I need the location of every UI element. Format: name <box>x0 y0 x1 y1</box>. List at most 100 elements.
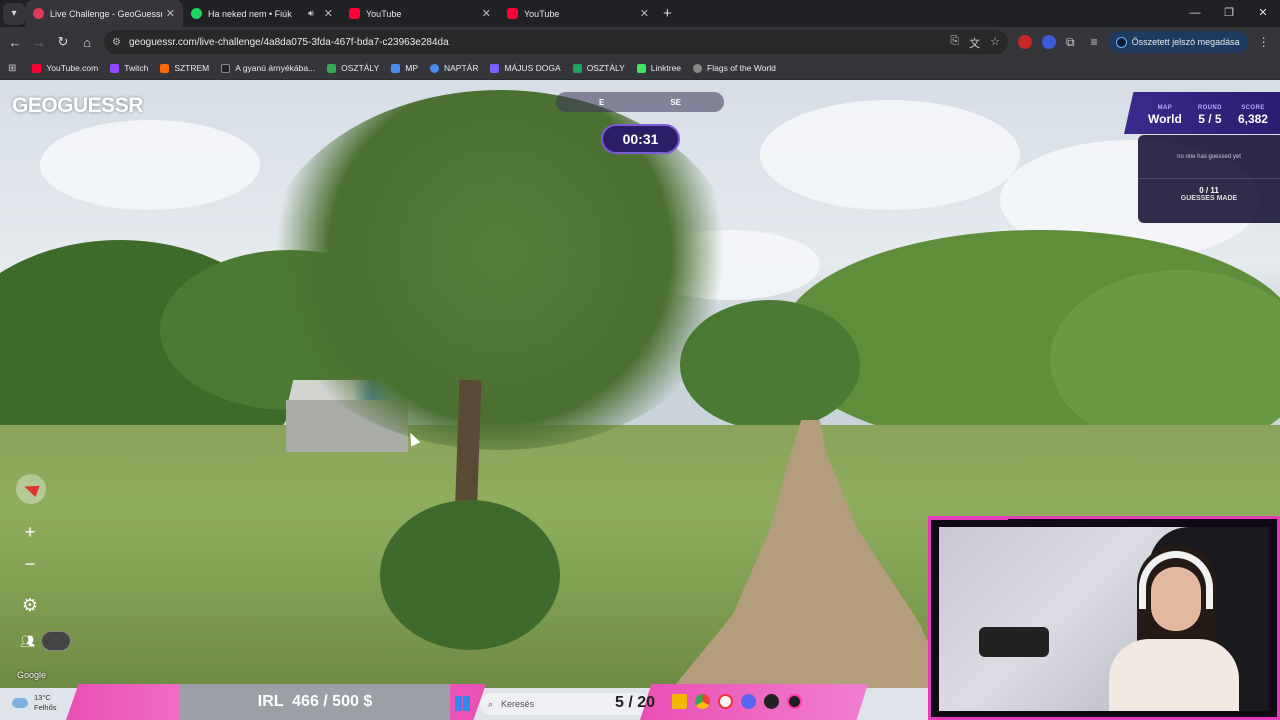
streamer-body <box>1109 639 1239 711</box>
film-icon <box>221 63 231 73</box>
bookmark-star-icon[interactable]: ☆ <box>990 35 1000 51</box>
back-button[interactable]: ← <box>3 35 27 50</box>
compass-needle-icon[interactable] <box>16 474 46 504</box>
logo-text: GEOGUESSR <box>12 94 143 117</box>
screen: ▾ Live Challenge - GeoGuessr ✕ Ha neked … <box>0 0 1280 720</box>
linktree-icon <box>636 63 646 73</box>
guesses-panel: no one has guessed yet 0 / 11 GUESSES MA… <box>1138 135 1280 223</box>
cloud-icon <box>12 698 28 708</box>
bookmark-flags[interactable]: Flags of the World <box>693 63 776 73</box>
timer-value: 00:31 <box>622 131 659 147</box>
bookmark-mp[interactable]: MP <box>391 63 418 73</box>
windows-start-icon[interactable] <box>455 696 470 711</box>
score-value: 6,382 <box>1237 112 1268 126</box>
reading-list-icon[interactable]: ≡ <box>1091 35 1098 49</box>
bookmark-label: Flags of the World <box>707 63 776 73</box>
tab-geoguessr[interactable]: Live Challenge - GeoGuessr ✕ <box>25 0 183 27</box>
zoom-out-button[interactable]: − <box>16 550 44 578</box>
home-button[interactable]: ⌂ <box>75 35 99 50</box>
tab-search-button[interactable]: ▾ <box>3 2 25 25</box>
tab-youtube-2[interactable]: YouTube ✕ <box>499 0 657 27</box>
opera-icon[interactable] <box>718 694 733 709</box>
tab-close-icon[interactable]: ✕ <box>166 7 175 20</box>
minimize-icon[interactable]: — <box>1178 0 1212 27</box>
extension-icon[interactable] <box>1042 35 1056 49</box>
tab-title: Live Challenge - GeoGuessr <box>50 8 162 19</box>
bookmark-label: MÁJUS DOGA <box>504 63 561 73</box>
close-window-icon[interactable]: ✕ <box>1246 0 1280 27</box>
browser-menu-icon[interactable]: ⋮ <box>1258 35 1270 49</box>
bookmark-naptar[interactable]: NAPTÁR <box>430 63 478 73</box>
search-placeholder: Keresés <box>501 699 535 709</box>
obs-icon[interactable] <box>764 694 779 709</box>
taskbar-apps <box>672 694 802 709</box>
bookmark-youtube[interactable]: YouTube.com <box>32 63 98 73</box>
bookmarks-bar: ⊞ YouTube.com Twitch SZTREM A gyanú árny… <box>0 57 1280 80</box>
players-indicator[interactable]: 👥︎ <box>20 631 72 651</box>
browser-toolbar: ← → ↻ ⌂ ⚙ geoguessr.com/live-challenge/4… <box>0 27 1280 57</box>
geoguessr-logo[interactable]: GEOGUESSR <box>12 94 143 118</box>
bookmark-majus-doga[interactable]: MÁJUS DOGA <box>490 63 561 73</box>
extension-icon[interactable] <box>1018 35 1032 49</box>
map-value: World <box>1148 112 1182 126</box>
round-value: 5 / 5 <box>1198 112 1222 126</box>
forms-icon <box>490 63 500 73</box>
tab-title: YouTube <box>366 8 402 19</box>
new-tab-button[interactable]: + <box>663 5 672 22</box>
tab-youtube-1[interactable]: YouTube ✕ <box>341 0 499 27</box>
bookmark-label: Twitch <box>124 63 149 73</box>
score-label: SCORE <box>1241 105 1265 111</box>
tab-close-icon[interactable]: ✕ <box>324 7 333 20</box>
tab-close-icon[interactable]: ✕ <box>482 7 491 20</box>
forward-button[interactable]: → <box>27 35 51 50</box>
bookmark-label: YouTube.com <box>46 63 99 73</box>
compass-bar: E SE <box>556 92 724 112</box>
restore-icon[interactable]: ❐ <box>1212 0 1246 27</box>
tab-strip: ▾ Live Challenge - GeoGuessr ✕ Ha neked … <box>0 0 1280 27</box>
compass-east: E <box>598 97 605 107</box>
sztrem-icon <box>160 63 170 73</box>
reload-button[interactable]: ↻ <box>51 34 75 50</box>
bookmark-label: NAPTÁR <box>444 63 479 73</box>
app-icon[interactable] <box>787 694 802 709</box>
window-controls: — ❐ ✕ <box>1178 0 1280 27</box>
search-icon: ⌕ <box>488 698 494 709</box>
apps-grid-icon[interactable]: ⊞ <box>8 63 16 74</box>
round-label: ROUND <box>1197 105 1222 111</box>
site-info-icon[interactable]: ⚙ <box>112 37 121 48</box>
bookmark-sztrem[interactable]: SZTREM <box>160 63 209 73</box>
discord-icon[interactable] <box>741 694 756 709</box>
speaker-icon[interactable]: 🔊︎ <box>308 8 314 19</box>
bookmark-linktree[interactable]: Linktree <box>636 63 681 73</box>
extensions-puzzle-icon[interactable]: ⧉ <box>1066 35 1075 50</box>
irl-goal-bar: IRL 466 / 500 $ <box>180 684 450 720</box>
guesses-count: 0 / 11 <box>1199 186 1219 195</box>
bookmark-osztaly-2[interactable]: OSZTÁLY <box>572 63 625 73</box>
extensions-area: ⧉ ≡ Összetett jelszó megadása ⋮ <box>1018 31 1270 53</box>
map-stat: MAP World <box>1148 105 1182 126</box>
weather-widget[interactable]: 13°C Felhős <box>12 693 57 713</box>
settings-gear-icon[interactable]: ⚙ <box>16 591 44 619</box>
weather-temp: 13°C <box>34 693 51 702</box>
tab-close-icon[interactable]: ✕ <box>640 7 649 20</box>
file-explorer-icon[interactable] <box>672 694 687 709</box>
translate-icon[interactable]: 文 <box>969 35 980 51</box>
bookmark-twitch[interactable]: Twitch <box>110 63 148 73</box>
install-app-icon[interactable]: ⎘ <box>950 35 959 51</box>
bookmark-osztaly[interactable]: OSZTÁLY <box>327 63 379 73</box>
zoom-in-button[interactable]: + <box>16 518 44 546</box>
player-avatars <box>41 631 72 651</box>
url-text: geoguessr.com/live-challenge/4a8da075-3f… <box>128 36 449 48</box>
tab-title: Ha neked nem • Fiúk <box>208 8 292 19</box>
youtube-icon <box>32 63 42 73</box>
address-bar[interactable]: ⚙ geoguessr.com/live-challenge/4a8da075-… <box>104 30 1008 54</box>
round-counter-text: 5 / 20 <box>614 694 656 711</box>
bookmark-gyanu[interactable]: A gyanú árnyékába... <box>221 63 315 73</box>
chrome-icon[interactable] <box>695 694 710 709</box>
password-suggestion-chip[interactable]: Összetett jelszó megadása <box>1107 31 1248 53</box>
google-attribution: Google <box>17 670 47 680</box>
twitch-icon <box>110 63 120 73</box>
tab-spotify[interactable]: Ha neked nem • Fiúk 🔊︎ ✕ <box>183 0 341 27</box>
score-stat: SCORE 6,382 <box>1238 105 1268 126</box>
webcam-overlay <box>928 516 1280 720</box>
